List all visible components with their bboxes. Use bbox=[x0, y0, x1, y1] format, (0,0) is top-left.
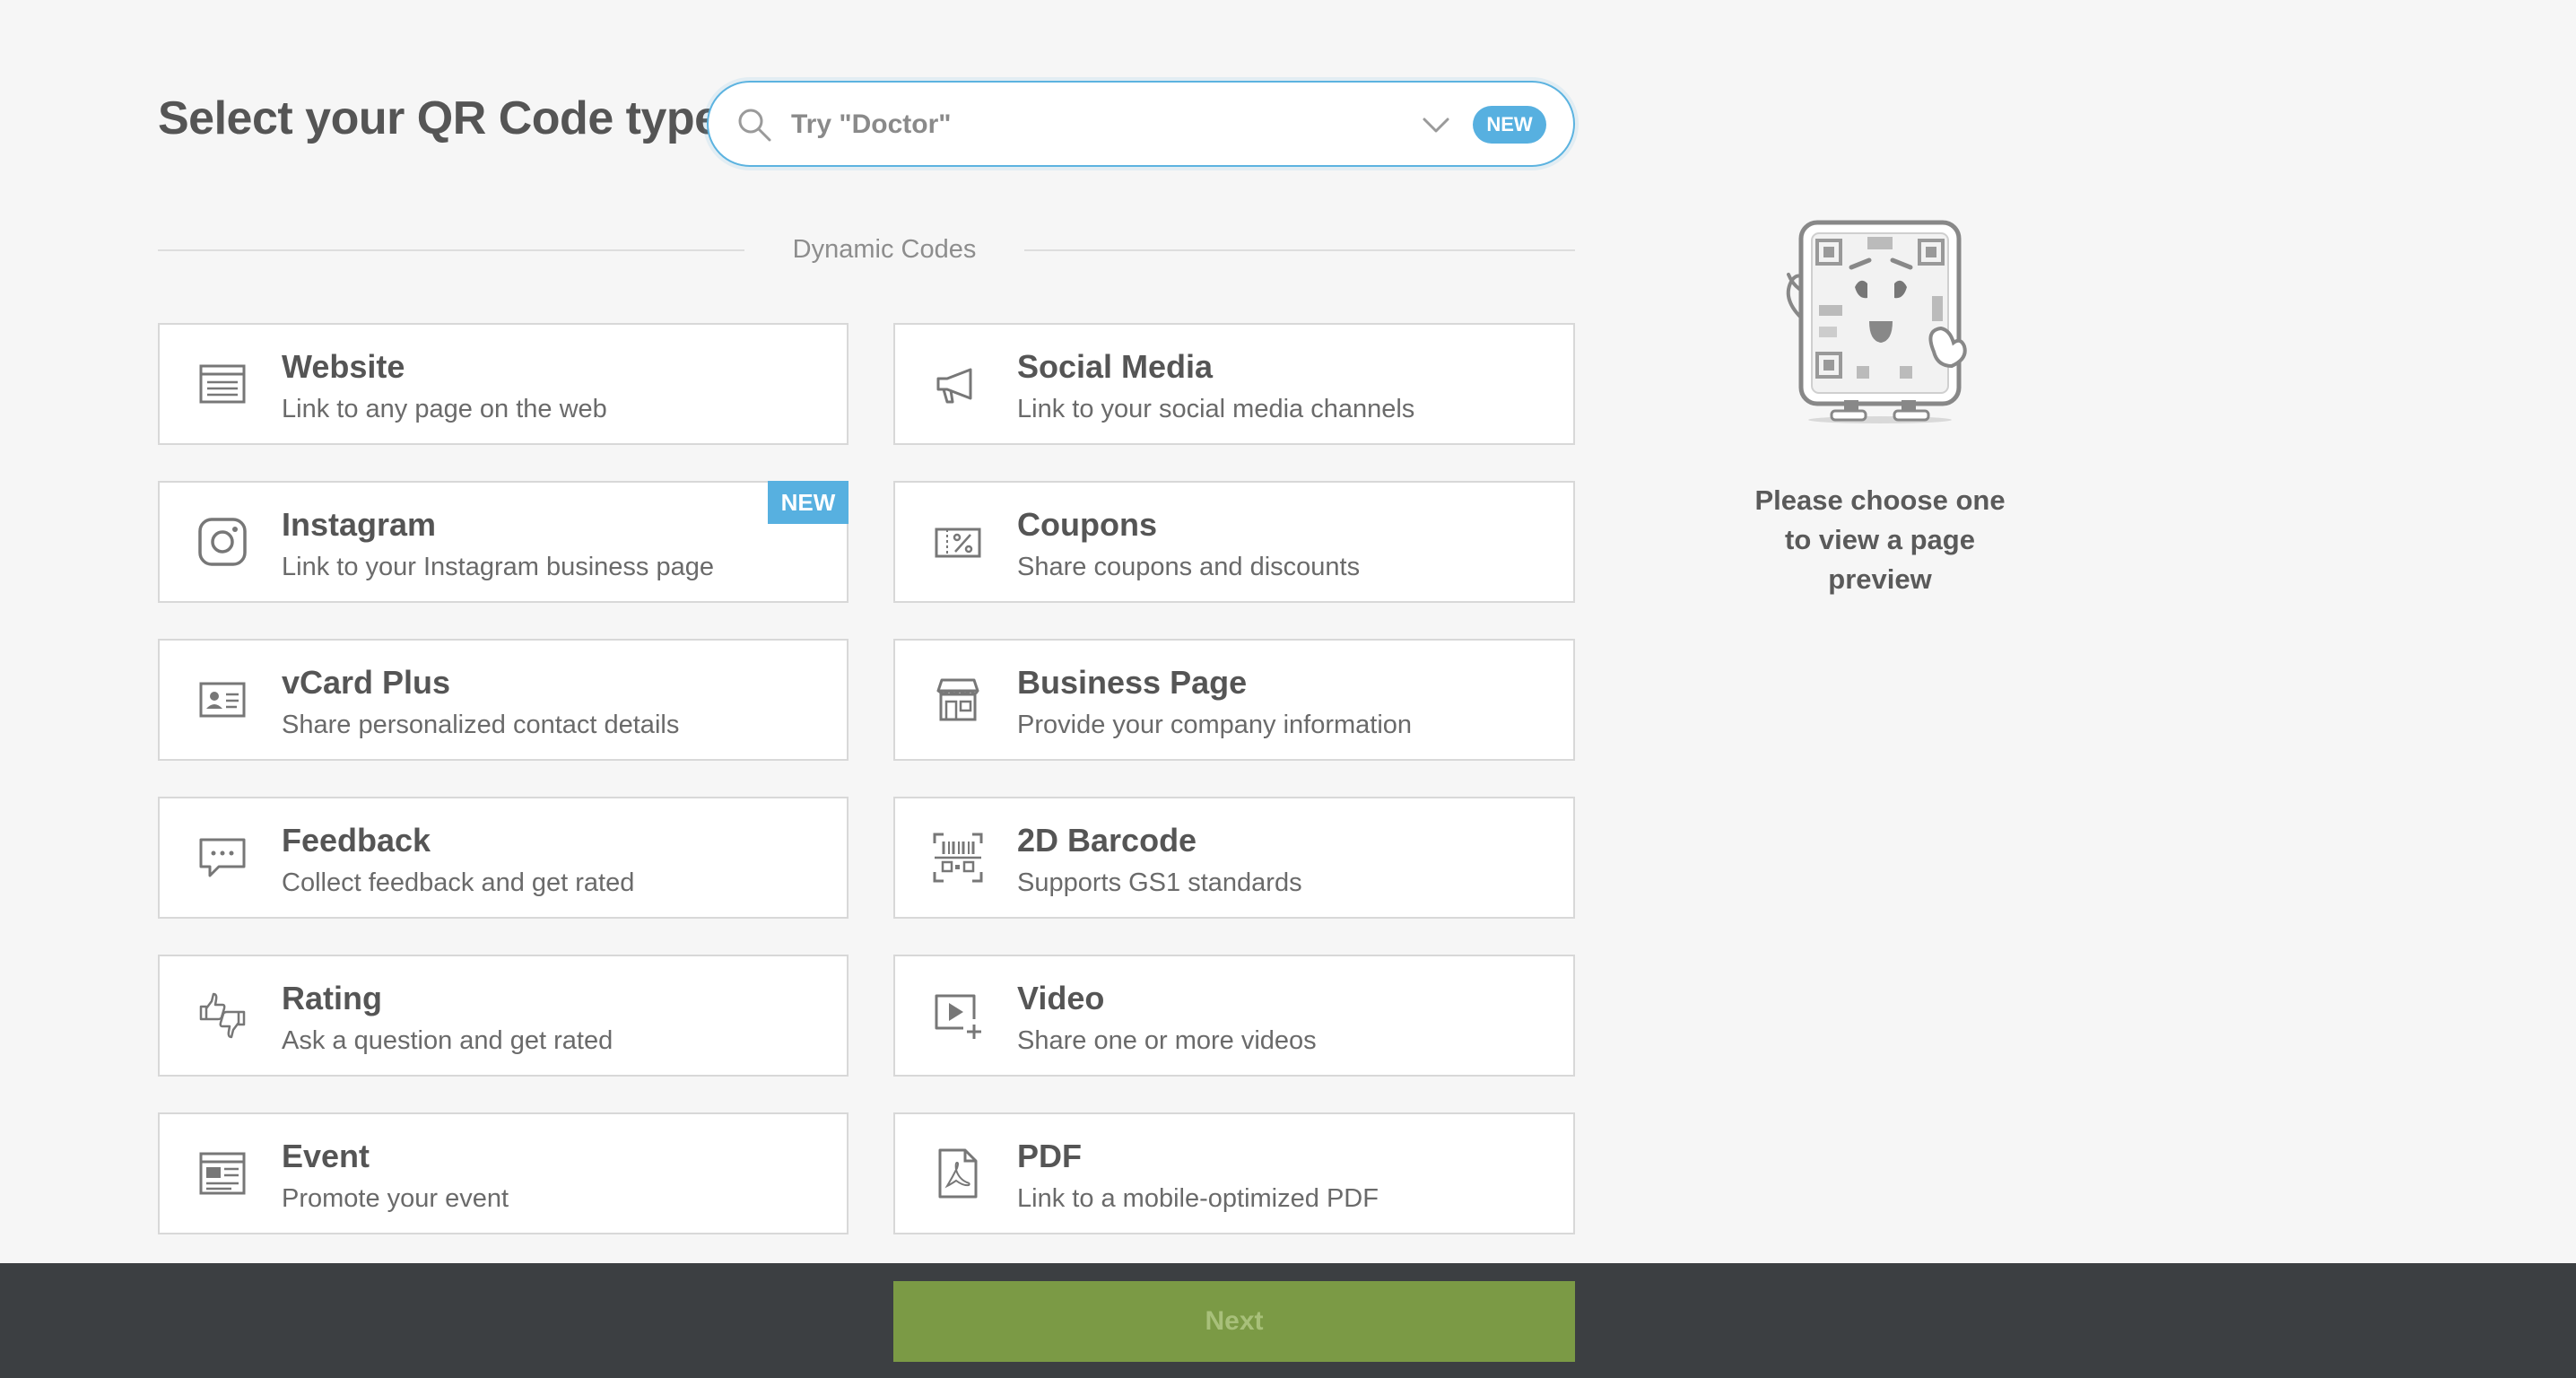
card-coupons[interactable]: Coupons Share coupons and discounts bbox=[893, 481, 1575, 603]
barcode-scan-icon bbox=[933, 833, 983, 883]
card-2d-barcode[interactable]: 2D Barcode Supports GS1 standards bbox=[893, 797, 1575, 919]
qr-type-selection-page: Select your QR Code type NEW Dynamic Cod… bbox=[0, 0, 2576, 1378]
card-rating[interactable]: Rating Ask a question and get rated bbox=[158, 955, 849, 1077]
instagram-icon bbox=[198, 518, 247, 566]
next-button[interactable]: Next bbox=[893, 1281, 1575, 1362]
card-video[interactable]: Video Share one or more videos bbox=[893, 955, 1575, 1077]
event-calendar-icon bbox=[199, 1152, 246, 1195]
card-description: Link to any page on the web bbox=[282, 395, 607, 423]
card-event[interactable]: Event Promote your event bbox=[158, 1112, 849, 1234]
card-description: Share one or more videos bbox=[1017, 1026, 1317, 1055]
card-title: Video bbox=[1017, 980, 1105, 1016]
card-description: Share coupons and discounts bbox=[1017, 553, 1361, 581]
card-title: Business Page bbox=[1017, 664, 1248, 701]
card-title: 2D Barcode bbox=[1017, 822, 1197, 859]
page-title: Select your QR Code type bbox=[158, 92, 720, 144]
card-description: Link to a mobile-optimized PDF bbox=[1017, 1184, 1379, 1213]
search-input[interactable] bbox=[791, 99, 1347, 151]
megaphone-icon bbox=[936, 368, 972, 404]
card-business-page[interactable]: Business Page Provide your company infor… bbox=[893, 639, 1575, 761]
card-description: Link to your Instagram business page bbox=[282, 553, 714, 581]
contact-card-icon bbox=[199, 682, 246, 718]
card-title: Feedback bbox=[282, 822, 431, 859]
preview-placeholder-text: Please choose one to view a page preview bbox=[1754, 484, 2006, 595]
pdf-document-icon bbox=[938, 1148, 978, 1199]
card-title: Social Media bbox=[1017, 348, 1214, 385]
card-title: Rating bbox=[282, 980, 382, 1016]
card-title: Coupons bbox=[1017, 506, 1157, 543]
card-description: Share personalized contact details bbox=[282, 711, 680, 739]
new-badge: NEW bbox=[1473, 106, 1546, 144]
card-description: Ask a question and get rated bbox=[282, 1026, 614, 1055]
new-badge: NEW bbox=[768, 481, 849, 524]
card-title: Event bbox=[282, 1138, 370, 1174]
card-feedback[interactable]: Feedback Collect feedback and get rated bbox=[158, 797, 849, 919]
chevron-down-icon[interactable] bbox=[1419, 108, 1453, 142]
coupon-icon bbox=[935, 528, 981, 558]
card-social-media[interactable]: Social Media Link to your social media c… bbox=[893, 323, 1575, 445]
card-website[interactable]: Website Link to any page on the web bbox=[158, 323, 849, 445]
chat-bubble-icon bbox=[199, 838, 246, 877]
qr-mascot-illustration bbox=[1786, 220, 1967, 423]
card-description: Promote your event bbox=[282, 1184, 509, 1213]
search-icon bbox=[738, 109, 771, 142]
card-description: Provide your company information bbox=[1017, 711, 1413, 739]
card-description: Link to your social media channels bbox=[1017, 395, 1415, 423]
qr-type-search-box[interactable]: NEW bbox=[707, 81, 1575, 167]
card-title: Website bbox=[282, 348, 405, 385]
section-divider-right bbox=[1024, 249, 1575, 251]
card-description: Collect feedback and get rated bbox=[282, 868, 635, 897]
video-play-icon bbox=[935, 994, 981, 1039]
section-label: Dynamic Codes bbox=[792, 235, 977, 264]
thumbs-up-down-icon bbox=[199, 992, 246, 1039]
storefront-icon bbox=[936, 678, 979, 721]
card-instagram[interactable]: Instagram Link to your Instagram busines… bbox=[158, 481, 849, 603]
card-description: Supports GS1 standards bbox=[1017, 868, 1302, 897]
footer-bar: Next bbox=[0, 1263, 2576, 1378]
card-title: Instagram bbox=[282, 506, 437, 543]
card-pdf[interactable]: PDF Link to a mobile-optimized PDF bbox=[893, 1112, 1575, 1234]
card-vcard-plus[interactable]: vCard Plus Share personalized contact de… bbox=[158, 639, 849, 761]
card-title: PDF bbox=[1017, 1138, 1082, 1174]
section-divider-left bbox=[158, 249, 744, 251]
card-title: vCard Plus bbox=[282, 664, 451, 701]
browser-window-icon bbox=[199, 364, 246, 404]
